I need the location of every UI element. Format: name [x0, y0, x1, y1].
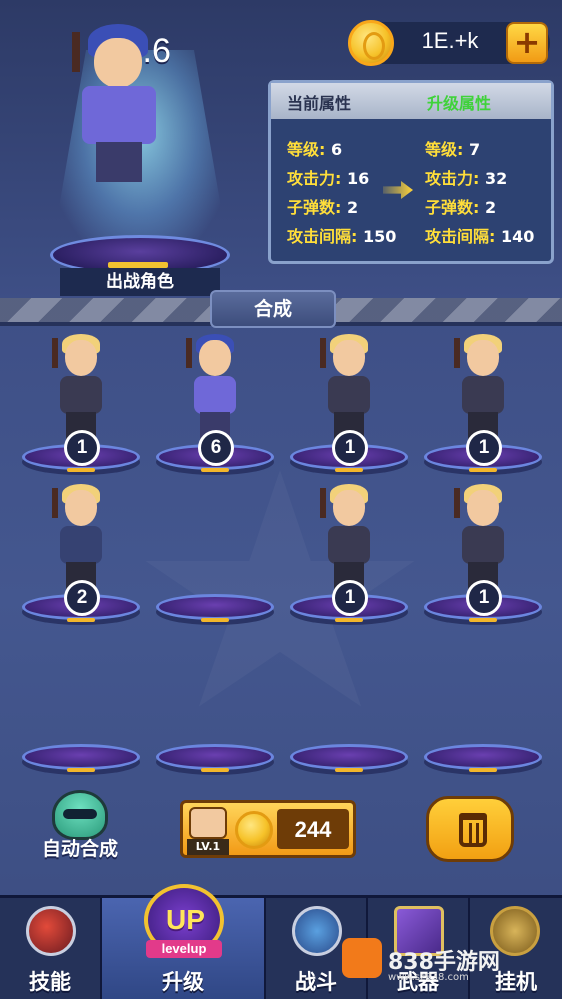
- level-badge: 1: [466, 580, 502, 616]
- stat-key: 等级:: [425, 140, 464, 159]
- merge-slot[interactable]: 1: [290, 480, 408, 630]
- merge-slot[interactable]: [156, 480, 274, 630]
- stat-value: 140: [500, 227, 535, 246]
- stat-value: 16: [346, 169, 370, 188]
- nav-label: 技能: [29, 970, 71, 994]
- watermark-logo-icon: [342, 938, 382, 978]
- pedestal-marker: [67, 618, 95, 622]
- pedestal-marker: [469, 768, 497, 772]
- stat-value: 2: [346, 198, 359, 217]
- stats-header: 当前属性 升级属性: [271, 83, 551, 119]
- pedestal-marker: [201, 468, 229, 472]
- robot-icon: [52, 790, 108, 840]
- stat-key: 攻击间隔:: [425, 227, 496, 246]
- nav-item-upgrade[interactable]: UP levelup 升级: [102, 884, 266, 999]
- stat-value: 2: [484, 198, 497, 217]
- buy-level-label: LV.1: [187, 839, 229, 855]
- level-badge: 1: [466, 430, 502, 466]
- level-badge: 6: [198, 430, 234, 466]
- coin-icon: [348, 20, 394, 66]
- stat-key: 子弹数:: [425, 198, 480, 217]
- slot-pedestal: [424, 744, 542, 770]
- active-character-label: 出战角色: [60, 268, 220, 296]
- hero-display: Lv.6 出战角色: [40, 20, 240, 300]
- pedestal-marker: [469, 618, 497, 622]
- hero-character[interactable]: [72, 24, 164, 184]
- plus-icon: +: [513, 23, 541, 61]
- merge-slot[interactable]: 1: [424, 330, 542, 480]
- level-badge: 1: [332, 430, 368, 466]
- pedestal-marker: [67, 468, 95, 472]
- tab-merge[interactable]: 合成: [210, 290, 336, 328]
- stats-panel: 当前属性 升级属性 等级: 6 攻击力: 16 子弹数: 2 攻击间隔: 150…: [268, 80, 554, 264]
- nav-label: 升级: [162, 970, 204, 994]
- upgrade-stats: 等级: 7 攻击力: 32 子弹数: 2 攻击间隔: 140: [425, 135, 534, 251]
- stat-value: 150: [362, 227, 397, 246]
- stat-key: 子弹数:: [287, 198, 342, 217]
- stat-key: 攻击力:: [425, 169, 480, 188]
- buy-character-button[interactable]: LV.1 244: [180, 800, 356, 858]
- level-badge: 2: [64, 580, 100, 616]
- stat-value: 32: [484, 169, 508, 188]
- slot-pedestal: [156, 744, 274, 770]
- current-stats: 等级: 6 攻击力: 16 子弹数: 2 攻击间隔: 150: [287, 135, 396, 251]
- level-badge: 1: [332, 580, 368, 616]
- auto-merge-label: 自动合成: [41, 838, 118, 860]
- recycle-button[interactable]: [426, 796, 514, 862]
- level-badge: 1: [64, 430, 100, 466]
- pedestal-marker: [67, 768, 95, 772]
- slot-pedestal: [22, 744, 140, 770]
- rocket-icon: [26, 906, 76, 956]
- pedestal-marker: [335, 618, 363, 622]
- pedestal-marker: [469, 468, 497, 472]
- merge-slot[interactable]: 1: [22, 330, 140, 480]
- stat-value: 6: [330, 140, 343, 159]
- slot-pedestal: [290, 744, 408, 770]
- coin-icon: [235, 811, 273, 849]
- buy-cost: 244: [294, 817, 332, 842]
- currency-value: 1E.+k: [421, 28, 479, 53]
- stat-row: 子弹数: 2: [287, 193, 396, 222]
- upgrade-badge-text: UP: [166, 904, 205, 935]
- watermark-url: www.sz838.com: [388, 972, 469, 983]
- crossed-guns-icon: [292, 906, 342, 956]
- stat-row: 攻击力: 32: [425, 164, 534, 193]
- character-portrait-icon: [189, 807, 227, 839]
- auto-merge-button[interactable]: 自动合成: [30, 790, 130, 860]
- merge-slot[interactable]: 2: [22, 480, 140, 630]
- slot-pedestal: [156, 594, 274, 620]
- current-stats-title: 当前属性: [287, 94, 352, 113]
- stat-row: 等级: 7: [425, 135, 534, 164]
- upgrade-stats-title: 升级属性: [427, 94, 492, 113]
- merge-slot[interactable]: [22, 630, 140, 780]
- add-currency-button[interactable]: +: [506, 22, 548, 64]
- merge-slot[interactable]: [156, 630, 274, 780]
- nav-item-skills[interactable]: 技能: [0, 898, 102, 999]
- merge-slot[interactable]: 6: [156, 330, 274, 480]
- merge-slot[interactable]: 1: [290, 330, 408, 480]
- stat-row: 攻击力: 16: [287, 164, 396, 193]
- levelup-ribbon: levelup: [146, 940, 222, 958]
- stat-row: 攻击间隔: 150: [287, 222, 396, 251]
- merge-slot[interactable]: 1: [424, 480, 542, 630]
- trash-icon: [459, 813, 487, 847]
- stat-row: 子弹数: 2: [425, 193, 534, 222]
- merge-slot[interactable]: [290, 630, 408, 780]
- stat-key: 等级:: [287, 140, 326, 159]
- stat-value: 7: [468, 140, 481, 159]
- pedestal-marker: [335, 768, 363, 772]
- pedestal-marker: [201, 768, 229, 772]
- stat-row: 等级: 6: [287, 135, 396, 164]
- pedestal-marker: [335, 468, 363, 472]
- stat-row: 攻击间隔: 140: [425, 222, 534, 251]
- pedestal-marker: [201, 618, 229, 622]
- merge-slot[interactable]: [424, 630, 542, 780]
- stat-key: 攻击力:: [287, 169, 342, 188]
- stat-key: 攻击间隔:: [287, 227, 358, 246]
